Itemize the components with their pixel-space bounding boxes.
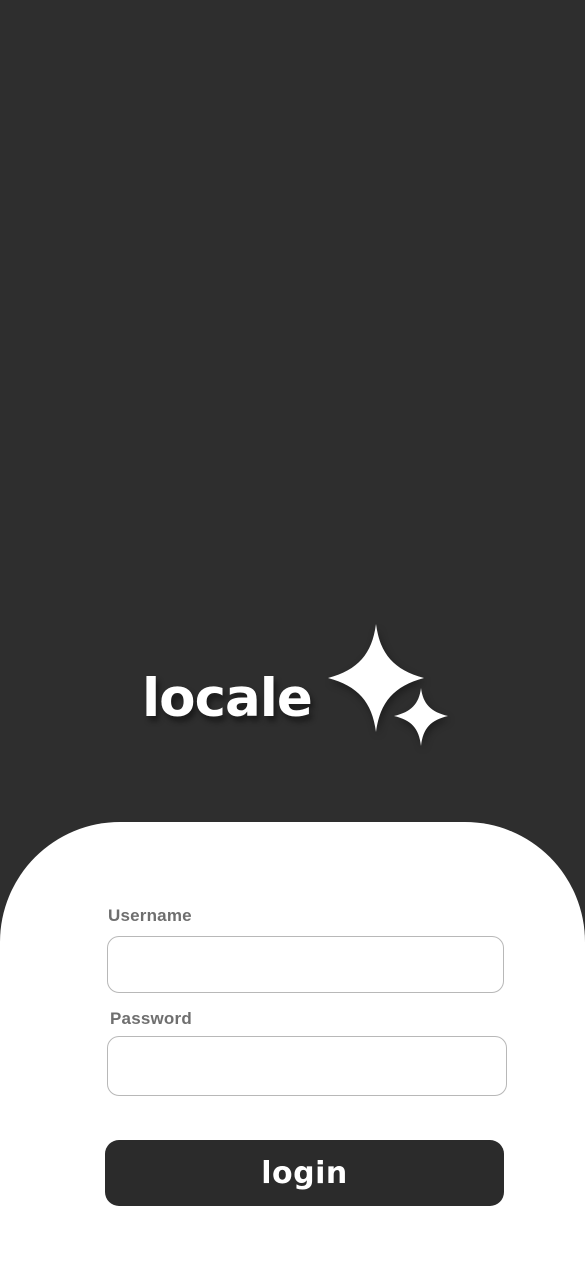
login-screen: locale Username Password login <box>0 0 585 1266</box>
brand-logo: locale <box>140 620 460 760</box>
password-label: Password <box>110 1009 192 1028</box>
username-label: Username <box>108 906 192 925</box>
username-input[interactable] <box>107 936 504 993</box>
password-input[interactable] <box>107 1036 507 1096</box>
sparkle-icon <box>328 624 448 746</box>
app-name: locale <box>142 668 313 729</box>
small-sparkle-icon <box>394 688 448 746</box>
login-card: Username Password login <box>0 822 585 1266</box>
login-button[interactable]: login <box>105 1140 504 1206</box>
